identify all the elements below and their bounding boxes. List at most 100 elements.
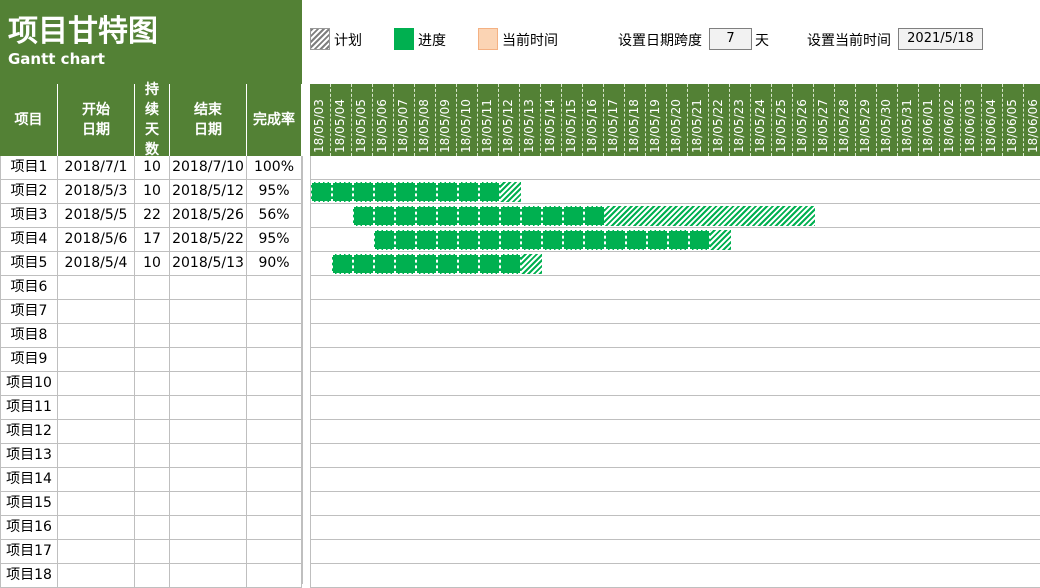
gantt-row-track [310,492,1040,516]
cell-start[interactable] [58,276,135,300]
cell-days[interactable] [135,372,170,396]
cell-name[interactable]: 项目17 [0,540,58,564]
cell-name[interactable]: 项目10 [0,372,58,396]
cell-name[interactable]: 项目9 [0,348,58,372]
cell-name[interactable]: 项目7 [0,300,58,324]
cell-end[interactable] [170,540,247,564]
cell-start[interactable] [58,516,135,540]
cell-start[interactable]: 2018/5/4 [58,252,135,276]
cell-name[interactable]: 项目1 [0,156,58,180]
cell-end[interactable]: 2018/5/22 [170,228,247,252]
gantt-row-track [310,396,1040,420]
cell-end[interactable] [170,372,247,396]
cell-days[interactable] [135,396,170,420]
cell-rate[interactable] [247,468,302,492]
timeline-date-label: 18/06/02 [942,99,956,153]
cell-days[interactable] [135,444,170,468]
cell-name[interactable]: 项目18 [0,564,58,588]
cell-start[interactable] [58,444,135,468]
current-time-input[interactable]: 2021/5/18 [898,28,983,50]
cell-start[interactable] [58,324,135,348]
cell-days[interactable] [135,516,170,540]
cell-rate[interactable]: 95% [247,228,302,252]
cell-days[interactable] [135,324,170,348]
cell-start[interactable] [58,540,135,564]
cell-days[interactable] [135,348,170,372]
cell-start[interactable] [58,564,135,588]
cell-end[interactable] [170,420,247,444]
cell-end[interactable] [170,516,247,540]
cell-start[interactable] [58,348,135,372]
cell-end[interactable]: 2018/5/26 [170,204,247,228]
cell-end[interactable] [170,300,247,324]
cell-days[interactable] [135,492,170,516]
table-row: 项目5 2018/5/4 10 2018/5/13 90% [0,252,1040,276]
cell-days[interactable] [135,564,170,588]
cell-name[interactable]: 项目15 [0,492,58,516]
cell-end[interactable] [170,324,247,348]
cell-name[interactable]: 项目3 [0,204,58,228]
cell-end[interactable] [170,564,247,588]
cell-days[interactable] [135,468,170,492]
cell-rate[interactable] [247,372,302,396]
cell-days[interactable] [135,540,170,564]
cell-name[interactable]: 项目2 [0,180,58,204]
table-row: 项目10 [0,372,1040,396]
cell-rate[interactable] [247,492,302,516]
cell-name[interactable]: 项目12 [0,420,58,444]
cell-rate[interactable] [247,276,302,300]
cell-end[interactable]: 2018/5/12 [170,180,247,204]
cell-start[interactable] [58,420,135,444]
cell-end[interactable] [170,492,247,516]
cell-rate[interactable] [247,564,302,588]
cell-days[interactable]: 10 [135,252,170,276]
cell-start[interactable] [58,300,135,324]
cell-days[interactable] [135,420,170,444]
cell-start[interactable]: 2018/5/5 [58,204,135,228]
cell-name[interactable]: 项目4 [0,228,58,252]
cell-rate[interactable]: 90% [247,252,302,276]
cell-days[interactable]: 10 [135,180,170,204]
cell-rate[interactable]: 56% [247,204,302,228]
gantt-progress-segment [584,230,605,250]
cell-days[interactable] [135,276,170,300]
cell-rate[interactable] [247,516,302,540]
cell-start[interactable]: 2018/7/1 [58,156,135,180]
cell-rate[interactable] [247,540,302,564]
cell-start[interactable] [58,492,135,516]
plan-hatch-swatch [310,28,330,50]
cell-name[interactable]: 项目6 [0,276,58,300]
cell-rate[interactable]: 95% [247,180,302,204]
span-input[interactable]: 7 [709,28,752,50]
cell-start[interactable] [58,396,135,420]
cell-end[interactable]: 2018/5/13 [170,252,247,276]
cell-name[interactable]: 项目11 [0,396,58,420]
cell-rate[interactable] [247,348,302,372]
cell-name[interactable]: 项目8 [0,324,58,348]
cell-rate[interactable] [247,324,302,348]
cell-days[interactable]: 22 [135,204,170,228]
cell-days[interactable]: 17 [135,228,170,252]
cell-start[interactable]: 2018/5/6 [58,228,135,252]
cell-start[interactable]: 2018/5/3 [58,180,135,204]
cell-end[interactable]: 2018/7/10 [170,156,247,180]
cell-name[interactable]: 项目16 [0,516,58,540]
cell-name[interactable]: 项目14 [0,468,58,492]
cell-rate[interactable] [247,420,302,444]
cell-end[interactable] [170,348,247,372]
cell-end[interactable] [170,444,247,468]
cell-name[interactable]: 项目5 [0,252,58,276]
cell-days[interactable]: 10 [135,156,170,180]
cell-rate[interactable] [247,444,302,468]
timeline-date-cell: 18/05/23 [730,84,751,156]
cell-rate[interactable]: 100% [247,156,302,180]
cell-rate[interactable] [247,396,302,420]
cell-start[interactable] [58,468,135,492]
cell-rate[interactable] [247,300,302,324]
cell-start[interactable] [58,372,135,396]
cell-end[interactable] [170,396,247,420]
cell-name[interactable]: 项目13 [0,444,58,468]
cell-end[interactable] [170,276,247,300]
cell-end[interactable] [170,468,247,492]
cell-days[interactable] [135,300,170,324]
